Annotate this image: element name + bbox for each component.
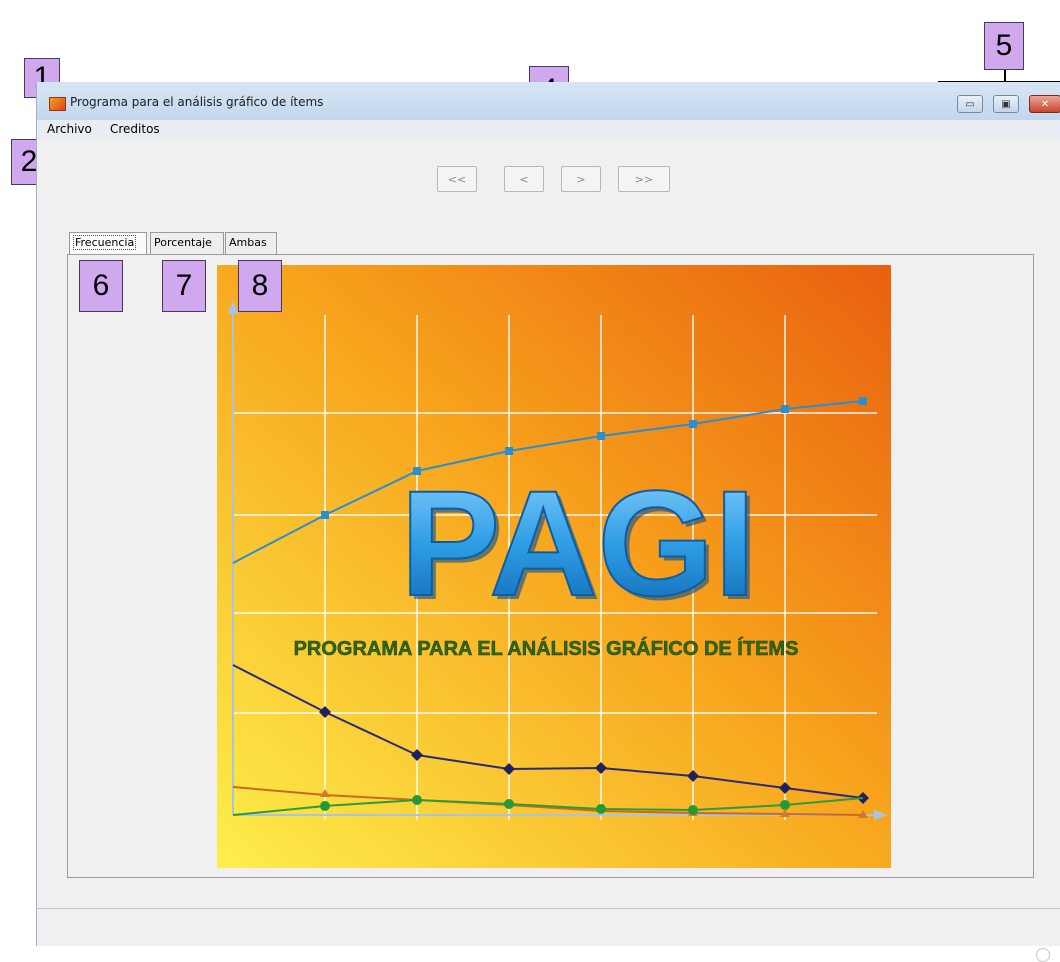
splash-logo: PAGI <box>400 459 756 627</box>
tab-frecuencia-label: Frecuencia <box>73 235 137 250</box>
splash-graphic: PAGI PAGI PROGRAMA PARA EL ANÁLISIS GRÁF… <box>217 265 891 868</box>
first-button[interactable]: << <box>437 166 477 192</box>
last-button[interactable]: >> <box>618 166 670 192</box>
annotation-5: 5 <box>984 22 1024 70</box>
menu-bar: Archivo Creditos <box>37 120 1060 140</box>
tab-frecuencia[interactable]: Frecuencia <box>69 232 147 255</box>
status-indicator-icon <box>1036 948 1050 962</box>
status-bar-divider <box>37 908 1060 909</box>
splash-subtitle: PROGRAMA PARA EL ANÁLISIS GRÁFICO DE ÍTE… <box>294 637 799 660</box>
next-button[interactable]: > <box>561 166 601 192</box>
title-bar[interactable]: Programa para el análisis gráfico de íte… <box>37 82 1060 120</box>
menu-creditos[interactable]: Creditos <box>110 122 160 136</box>
maximize-button[interactable]: ▣ <box>993 95 1019 113</box>
app-window: Programa para el análisis gráfico de íte… <box>36 82 1060 962</box>
menu-archivo[interactable]: Archivo <box>47 122 92 136</box>
annotation-7: 7 <box>162 260 206 312</box>
annotation-6: 6 <box>79 260 123 312</box>
window-title: Programa para el análisis gráfico de íte… <box>70 95 324 109</box>
prev-button[interactable]: < <box>504 166 544 192</box>
app-icon <box>49 97 66 111</box>
tab-porcentaje[interactable]: Porcentaje <box>150 232 224 254</box>
pagi-splash-image: PAGI PAGI PROGRAMA PARA EL ANÁLISIS GRÁF… <box>217 265 891 868</box>
minimize-button[interactable]: ▭ <box>957 95 983 113</box>
close-button[interactable]: ✕ <box>1029 95 1060 113</box>
tab-ambas[interactable]: Ambas <box>225 232 277 254</box>
annotation-8: 8 <box>238 260 282 312</box>
